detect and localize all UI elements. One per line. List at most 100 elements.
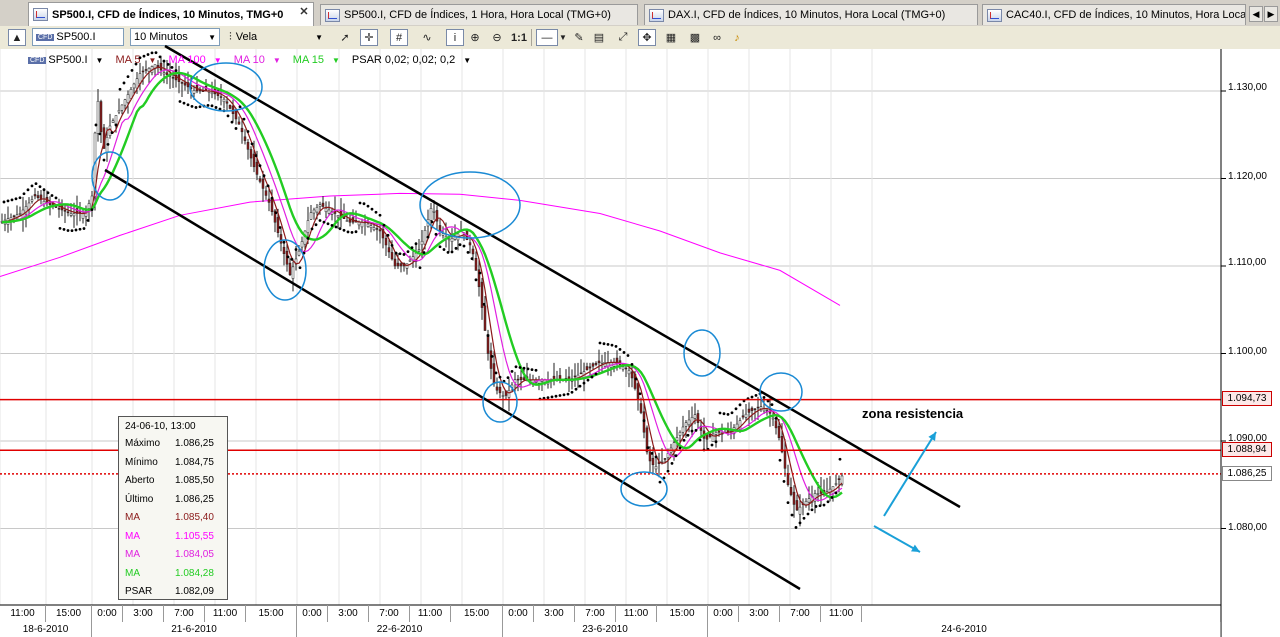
candle-body	[270, 199, 274, 212]
psar-dot	[86, 218, 90, 222]
psar-dot	[698, 438, 702, 442]
psar-dot	[646, 446, 650, 450]
legend-ma5[interactable]: MA 5 ▼	[115, 54, 162, 66]
psar-dot	[358, 201, 362, 205]
candle-body	[591, 363, 595, 367]
psar-dot	[762, 395, 766, 399]
psar-dot	[34, 182, 38, 186]
psar-dot	[818, 504, 822, 508]
legend-symbol[interactable]: CFD SP500.I ▼	[28, 54, 109, 66]
candle-body	[837, 478, 841, 480]
candle-body	[600, 362, 604, 364]
psar-dot	[778, 458, 782, 462]
chevron-down-icon: ▼	[272, 56, 281, 65]
psar-dot	[402, 253, 406, 256]
psar-dot	[694, 428, 698, 432]
candle-body	[783, 450, 787, 469]
candle-body	[627, 370, 631, 375]
psar-dot	[826, 500, 830, 504]
psar-dot	[658, 480, 662, 484]
candle-body	[438, 225, 442, 232]
psar-dot	[630, 362, 634, 366]
data-window-value: 1.084,75	[175, 456, 214, 468]
psar-dot	[22, 192, 26, 196]
psar-dot	[446, 250, 450, 254]
candle-body	[798, 506, 802, 515]
psar-dot	[314, 223, 318, 227]
psar-dot	[350, 231, 354, 234]
candle-body	[639, 403, 643, 413]
psar-dot	[378, 213, 382, 217]
candle-body	[654, 466, 658, 470]
candle-body	[261, 178, 265, 189]
legend-psar[interactable]: PSAR 0,02; 0,02; 0,2 ▼	[352, 54, 477, 66]
psar-dot	[242, 117, 246, 121]
candle-body	[276, 217, 280, 234]
psar-dot	[530, 368, 534, 371]
candle-body	[387, 247, 391, 253]
psar-dot	[190, 105, 194, 108]
data-window-label: Máximo	[125, 438, 161, 449]
psar-dot	[6, 199, 10, 203]
channel-upper-line	[164, 44, 961, 509]
data-window-label: Mínimo	[125, 456, 158, 468]
psar-dot	[346, 230, 350, 234]
psar-dot	[638, 392, 642, 396]
legend-ma10[interactable]: MA 10 ▼	[234, 54, 287, 66]
psar-dot	[226, 114, 230, 118]
psar-dot	[70, 229, 74, 233]
psar-dot	[342, 228, 346, 232]
psar-dot	[98, 132, 102, 136]
psar-dot	[54, 196, 58, 200]
date-tick: 18-6-2010	[0, 622, 92, 637]
candle-body	[579, 372, 583, 375]
candle-body	[423, 230, 427, 245]
data-window-value: 1.082,09	[175, 586, 214, 597]
candle-body	[489, 350, 493, 369]
candle-body	[246, 141, 250, 150]
psar-dot	[822, 503, 826, 507]
psar-dot	[230, 120, 234, 124]
psar-dot	[722, 412, 726, 416]
time-tick: 7:00	[575, 605, 616, 622]
psar-dot	[122, 81, 126, 85]
time-tick: 7:00	[369, 605, 410, 622]
legend-ma100[interactable]: MA 100 ▼	[168, 54, 227, 66]
candle-body	[756, 406, 760, 409]
candle-body	[12, 215, 16, 218]
candle-body	[36, 195, 40, 198]
candle-body	[243, 136, 247, 141]
candle-body	[519, 376, 523, 381]
data-window-label: MA	[125, 512, 140, 523]
psar-dot	[406, 250, 410, 254]
candle-body	[258, 178, 262, 182]
indicator-legend: CFD SP500.I ▼ MA 5 ▼ MA 100 ▼ MA 10 ▼ MA 15 ▼…	[28, 53, 483, 67]
psar-dot	[38, 185, 42, 189]
psar-dot	[114, 123, 118, 127]
psar-dot	[554, 394, 558, 398]
psar-dot	[790, 513, 794, 517]
psar-dot	[322, 220, 326, 224]
psar-dot	[558, 394, 562, 397]
legend-ma15[interactable]: MA 15 ▼	[293, 54, 346, 66]
psar-dot	[810, 508, 814, 512]
psar-dot	[42, 188, 46, 192]
candle-body	[663, 458, 667, 460]
psar-dot	[618, 348, 622, 351]
candle-body	[624, 367, 628, 370]
data-window-row: Máximo 1.086,25	[125, 435, 225, 452]
psar-dot	[670, 462, 674, 465]
candle-body	[417, 249, 421, 252]
psar-dot	[482, 302, 486, 306]
candle-body	[375, 228, 379, 230]
candle-body	[279, 234, 283, 244]
psar-dot	[50, 194, 54, 197]
psar-dot	[470, 257, 474, 261]
psar-dot	[506, 376, 510, 380]
candle-body	[714, 432, 718, 435]
candle-body	[480, 281, 484, 308]
candle-body	[789, 487, 793, 495]
psar-dot	[514, 365, 518, 369]
price-tick: 1.100,00	[1228, 346, 1267, 357]
candle-body	[324, 208, 328, 212]
